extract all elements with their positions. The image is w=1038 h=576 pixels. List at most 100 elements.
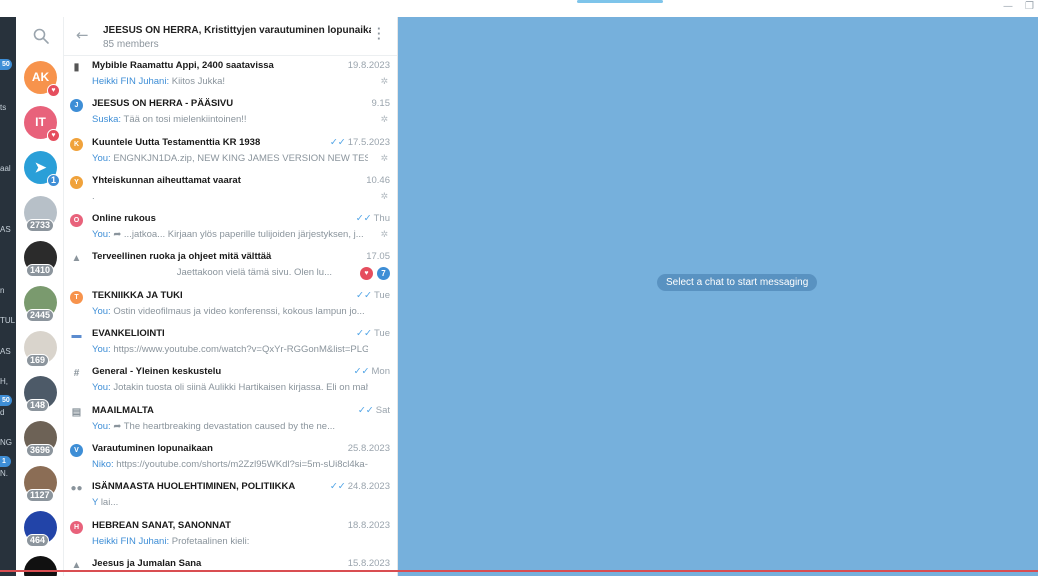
back-arrow-icon[interactable]: ← bbox=[76, 26, 89, 44]
chat-avatar[interactable] bbox=[24, 556, 57, 576]
chat-date: ✓✓ Mon bbox=[354, 366, 390, 377]
chat-list-item[interactable]: J JEESUS ON HERRA - PÄÄSIVU 9.15 Suska: Tää… bbox=[64, 94, 397, 132]
chat-list-item[interactable]: O Online rukous ✓✓ Thu You: ➦ ...jatkoa... K… bbox=[64, 209, 397, 247]
chat-list-item[interactable]: # General - Yleinen keskustelu ✓✓ Mon You: J… bbox=[64, 362, 397, 400]
message-sender: You: bbox=[92, 229, 111, 241]
chat-list-item[interactable]: T TEKNIIKKA JA TUKI ✓✓ Tue You: Ostin videof… bbox=[64, 286, 397, 324]
chat-name: Kuuntele Uutta Testamenttia KR 1938 bbox=[92, 136, 261, 148]
topic-icon: ▲ bbox=[71, 253, 82, 265]
chat-name: General - Yleinen keskustelu bbox=[92, 366, 222, 378]
folder-item[interactable]: ts bbox=[0, 90, 16, 120]
pinned-chats-column: AK♥ IT1♥ ➤1 2733 1410 2445 169 148 3696 1127 464 bbox=[16, 17, 64, 576]
folder-item[interactable]: 50 bbox=[0, 59, 16, 89]
unread-count-badge: 2445 bbox=[26, 309, 55, 322]
minimize-icon[interactable]: — bbox=[1003, 1, 1013, 12]
unread-count-badge: 464 bbox=[26, 534, 50, 547]
folder-label: NG bbox=[0, 438, 12, 447]
message-preview: Y lai... bbox=[92, 497, 368, 508]
folder-unread-badge: 50 bbox=[0, 59, 12, 70]
folder-item[interactable]: NG bbox=[0, 425, 16, 455]
chat-list-item[interactable]: H HEBREAN SANAT, SANONNAT 18.8.2023 Heikki … bbox=[64, 516, 397, 554]
folder-item[interactable]: 1 N. bbox=[0, 455, 16, 486]
chat-list-item[interactable]: ▮ Mybible Raamattu Appi, 2400 saatavissa 1… bbox=[64, 56, 397, 94]
chat-avatar[interactable]: 1410 bbox=[24, 241, 57, 277]
message-text: Ostin videofilmaus ja video konferenssi,… bbox=[113, 305, 365, 317]
folder-item[interactable]: n bbox=[0, 273, 16, 303]
chat-list-item[interactable]: ▲ Terveellinen ruoka ja ohjeet mitä vältt… bbox=[64, 247, 397, 285]
folder-item[interactable] bbox=[0, 181, 16, 211]
chat-date: 15.8.2023 bbox=[348, 558, 390, 569]
message-text: ENGNKJN1DA.zip, NEW KING JAMES VERSION N… bbox=[113, 152, 368, 164]
folder-label: d bbox=[0, 407, 5, 417]
telegram-icon[interactable]: ➤ 1 bbox=[24, 151, 60, 187]
folder-item[interactable]: H, bbox=[0, 364, 16, 394]
chat-avatar[interactable]: 3696 bbox=[24, 421, 57, 457]
chat-date-value: 9.15 bbox=[371, 98, 391, 110]
folder-item[interactable]: 50 d bbox=[0, 394, 16, 425]
unread-badge: 7 bbox=[377, 267, 390, 281]
chat-name: Terveellinen ruoka ja ohjeet mitä välttä… bbox=[92, 251, 272, 263]
folder-item[interactable] bbox=[0, 242, 16, 272]
topic-icon: T bbox=[70, 290, 83, 304]
chat-avatar[interactable]: 464 bbox=[24, 511, 57, 547]
chat-list-item[interactable]: Y Yhteiskunnan aiheuttamat vaarat 10.46. ✲ bbox=[64, 171, 397, 209]
chat-avatar[interactable]: 2445 bbox=[24, 286, 57, 322]
topic-icon: H bbox=[70, 520, 83, 534]
restore-icon[interactable]: ❐ bbox=[1025, 1, 1034, 12]
chat-avatar[interactable]: 1127 bbox=[24, 466, 57, 502]
members-count: 85 members bbox=[103, 39, 159, 50]
folder-item[interactable]: AS bbox=[0, 334, 16, 364]
chat-date-value: Mon bbox=[371, 366, 390, 378]
folder-item[interactable]: aal bbox=[0, 151, 16, 181]
chat-list-panel: ← JEESUS ON HERRA, Kristittyjen varautum… bbox=[64, 17, 398, 576]
chat-list-item[interactable]: K Kuuntele Uutta Testamenttia KR 1938 ✓✓ 17… bbox=[64, 133, 397, 171]
chat-avatar[interactable]: IT1♥ bbox=[24, 106, 60, 142]
more-menu-icon[interactable]: · · · bbox=[377, 22, 381, 45]
message-sender: You: bbox=[92, 420, 111, 432]
read-checks-icon: ✓✓ bbox=[355, 213, 372, 225]
folder-label: n bbox=[0, 285, 5, 295]
unread-count-badge: 2733 bbox=[26, 219, 55, 232]
message-preview: You: ➦ ...jatkoa... Kirjaan ylös paperil… bbox=[92, 229, 368, 240]
message-text: Jotakin tuosta oli siinä Aulikki Hartika… bbox=[113, 382, 368, 394]
chat-date-value: Tue bbox=[373, 289, 390, 301]
chat-date-value: Sat bbox=[375, 404, 390, 416]
message-preview: Suska: Tää on tosi mielenkiintoinen!! bbox=[92, 114, 368, 125]
chat-list-item[interactable]: ▬ EVANKELIOINTI ✓✓ Tue You: https://www.yout… bbox=[64, 324, 397, 362]
chat-avatar[interactable]: AK ♥ bbox=[24, 61, 60, 97]
pin-icon: ✲ bbox=[380, 191, 388, 202]
chat-date-value: 24.8.2023 bbox=[347, 481, 390, 493]
pin-icon: ✲ bbox=[380, 230, 388, 241]
message-sender: Y bbox=[92, 497, 99, 509]
chat-date: 17.05 bbox=[366, 251, 390, 262]
folder-item[interactable]: AS bbox=[0, 212, 16, 242]
chat-list: ▮ Mybible Raamattu Appi, 2400 saatavissa 1… bbox=[64, 56, 397, 576]
chat-avatar[interactable]: 148 bbox=[24, 376, 57, 412]
folder-item[interactable] bbox=[0, 120, 16, 150]
folder-item[interactable]: TUL bbox=[0, 303, 16, 333]
chat-date-value: Thu bbox=[373, 213, 390, 225]
message-preview: Heikki FIN Juhani: Kiitos Jukka! bbox=[92, 76, 368, 87]
search-icon[interactable] bbox=[32, 27, 50, 45]
chat-date-value: 15.8.2023 bbox=[347, 557, 390, 569]
chat-list-item[interactable]: ▲ Jeesus ja Jumalan Sana 15.8.2023 bbox=[64, 554, 397, 576]
screen-divider-line bbox=[0, 570, 1038, 572]
forum-header: ← JEESUS ON HERRA, Kristittyjen varautum… bbox=[64, 17, 397, 56]
topic-icon: ▮ bbox=[73, 62, 80, 73]
chat-list-item[interactable]: ●● ISÄNMAASTA HUOLEHTIMINEN, POLITIIKKA ✓✓… bbox=[64, 477, 397, 515]
chat-name: TEKNIIKKA JA TUKI bbox=[92, 289, 183, 301]
message-sender: Heikki FIN Juhani: bbox=[92, 535, 170, 547]
avatar-initials: AK bbox=[31, 70, 50, 84]
chat-date-value: 10.46 bbox=[366, 174, 390, 186]
message-text: ➦ The heartbreaking devastation caused b… bbox=[113, 420, 335, 432]
folder-unread-badge: 50 bbox=[0, 394, 12, 406]
chat-avatar[interactable]: 2733 bbox=[24, 196, 57, 232]
avatar-initials: IT bbox=[35, 115, 46, 129]
loading-indicator bbox=[577, 0, 663, 3]
chat-avatar[interactable]: 169 bbox=[24, 331, 57, 367]
chat-date: 9.15 bbox=[372, 98, 391, 109]
forum-title[interactable]: JEESUS ON HERRA, Kristittyjen varautumin… bbox=[103, 25, 371, 36]
chat-list-item[interactable]: ▤ MAAILMALTA ✓✓ Sat You: ➦ The heartbreaking… bbox=[64, 401, 397, 439]
chat-name: Jeesus ja Jumalan Sana bbox=[92, 557, 202, 569]
chat-list-item[interactable]: V Varautuminen lopunaikaan 25.8.2023 Niko: … bbox=[64, 439, 397, 477]
